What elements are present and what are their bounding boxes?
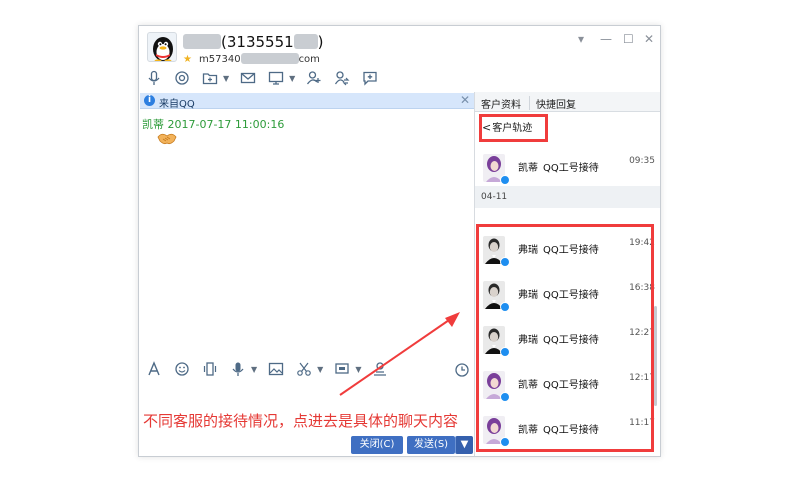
session-agent-label: 凯蒂 QQ工号接待 bbox=[518, 159, 599, 174]
scissors-icon[interactable] bbox=[295, 360, 313, 378]
send-button[interactable]: 发送(S) bbox=[407, 436, 455, 454]
session-row[interactable]: 凯蒂 QQ工号接待 09:35 bbox=[475, 145, 660, 190]
scissors-dropdown-icon[interactable]: ▼ bbox=[317, 365, 323, 374]
top-toolbar: ▼ ▼ bbox=[145, 68, 379, 88]
maximize-button[interactable]: ☐ bbox=[623, 32, 634, 46]
contact-avatar[interactable] bbox=[147, 32, 177, 62]
source-label: 来自QQ bbox=[159, 99, 195, 110]
remote-assist-icon[interactable] bbox=[371, 360, 389, 378]
annotation-text: 不同客服的接待情况，点进去是具体的聊天内容 bbox=[143, 412, 459, 430]
info-icon: i bbox=[144, 95, 155, 106]
highlight-box-back bbox=[479, 114, 548, 142]
screenshot-dropdown-icon[interactable]: ▼ bbox=[355, 365, 361, 374]
minimize-button[interactable]: — bbox=[600, 32, 612, 46]
close-button[interactable]: 关闭(C) bbox=[351, 436, 403, 454]
dropdown-icon[interactable]: ▾ bbox=[578, 32, 584, 46]
transfer-user-icon[interactable] bbox=[333, 69, 351, 87]
session-time: 09:35 bbox=[629, 156, 655, 166]
tab-customer-info[interactable]: 客户资料 bbox=[481, 96, 521, 111]
reception-channel: QQ工号接待 bbox=[543, 163, 599, 174]
mic-icon[interactable] bbox=[145, 69, 163, 87]
add-user-icon[interactable] bbox=[305, 69, 323, 87]
message-timestamp: 2017-07-17 11:00:16 bbox=[167, 118, 285, 131]
voice-dropdown-icon[interactable]: ▼ bbox=[251, 365, 257, 374]
tab-separator bbox=[529, 96, 530, 110]
video-icon[interactable] bbox=[173, 69, 191, 87]
screen-icon[interactable] bbox=[267, 69, 285, 87]
agent-name: 凯蒂 bbox=[518, 163, 538, 174]
online-badge-icon bbox=[500, 175, 510, 185]
vibrate-icon[interactable] bbox=[201, 360, 219, 378]
history-clock-icon[interactable] bbox=[453, 361, 471, 379]
voice-icon[interactable] bbox=[229, 360, 247, 378]
folder-dropdown-icon[interactable]: ▼ bbox=[223, 74, 229, 83]
date-label: 04-11 bbox=[481, 192, 508, 202]
chat-header: (3135551) ★ m57340 com ▾ — ☐ ✕ ▼ ▼ bbox=[139, 26, 660, 92]
handshake-emoji-icon bbox=[157, 133, 177, 145]
mail-icon[interactable] bbox=[239, 69, 257, 87]
date-separator: 04-11 bbox=[475, 186, 660, 208]
image-icon[interactable] bbox=[267, 360, 285, 378]
screen-dropdown-icon[interactable]: ▼ bbox=[289, 74, 295, 83]
emoji-icon[interactable] bbox=[173, 360, 191, 378]
input-toolbar: ▼ ▼ ▼ bbox=[145, 359, 469, 379]
scrollbar[interactable] bbox=[654, 306, 657, 406]
close-info-icon[interactable]: ✕ bbox=[460, 93, 470, 107]
contact-name: (3135551) bbox=[183, 33, 324, 51]
redacted-email bbox=[240, 53, 299, 64]
folder-icon[interactable] bbox=[201, 69, 219, 87]
redacted-number bbox=[293, 34, 318, 49]
qq-penguin-icon bbox=[153, 37, 173, 61]
highlight-box-sessions bbox=[476, 224, 654, 452]
screenshot-icon[interactable] bbox=[333, 360, 351, 378]
tab-quick-reply[interactable]: 快捷回复 bbox=[536, 96, 576, 111]
redacted-name bbox=[183, 34, 221, 49]
contact-email: m57340 com bbox=[199, 53, 320, 65]
add-chat-icon[interactable] bbox=[361, 69, 379, 87]
close-window-button[interactable]: ✕ bbox=[644, 32, 654, 46]
font-icon[interactable] bbox=[145, 360, 163, 378]
right-tabs: 客户资料 快捷回复 bbox=[475, 92, 660, 112]
source-info-bar: i 来自QQ ✕ bbox=[140, 93, 474, 110]
star-icon: ★ bbox=[183, 54, 192, 65]
send-options-button[interactable]: ▼ bbox=[455, 436, 473, 454]
chat-window: (3135551) ★ m57340 com ▾ — ☐ ✕ ▼ ▼ i 来自QQ… bbox=[138, 25, 661, 457]
